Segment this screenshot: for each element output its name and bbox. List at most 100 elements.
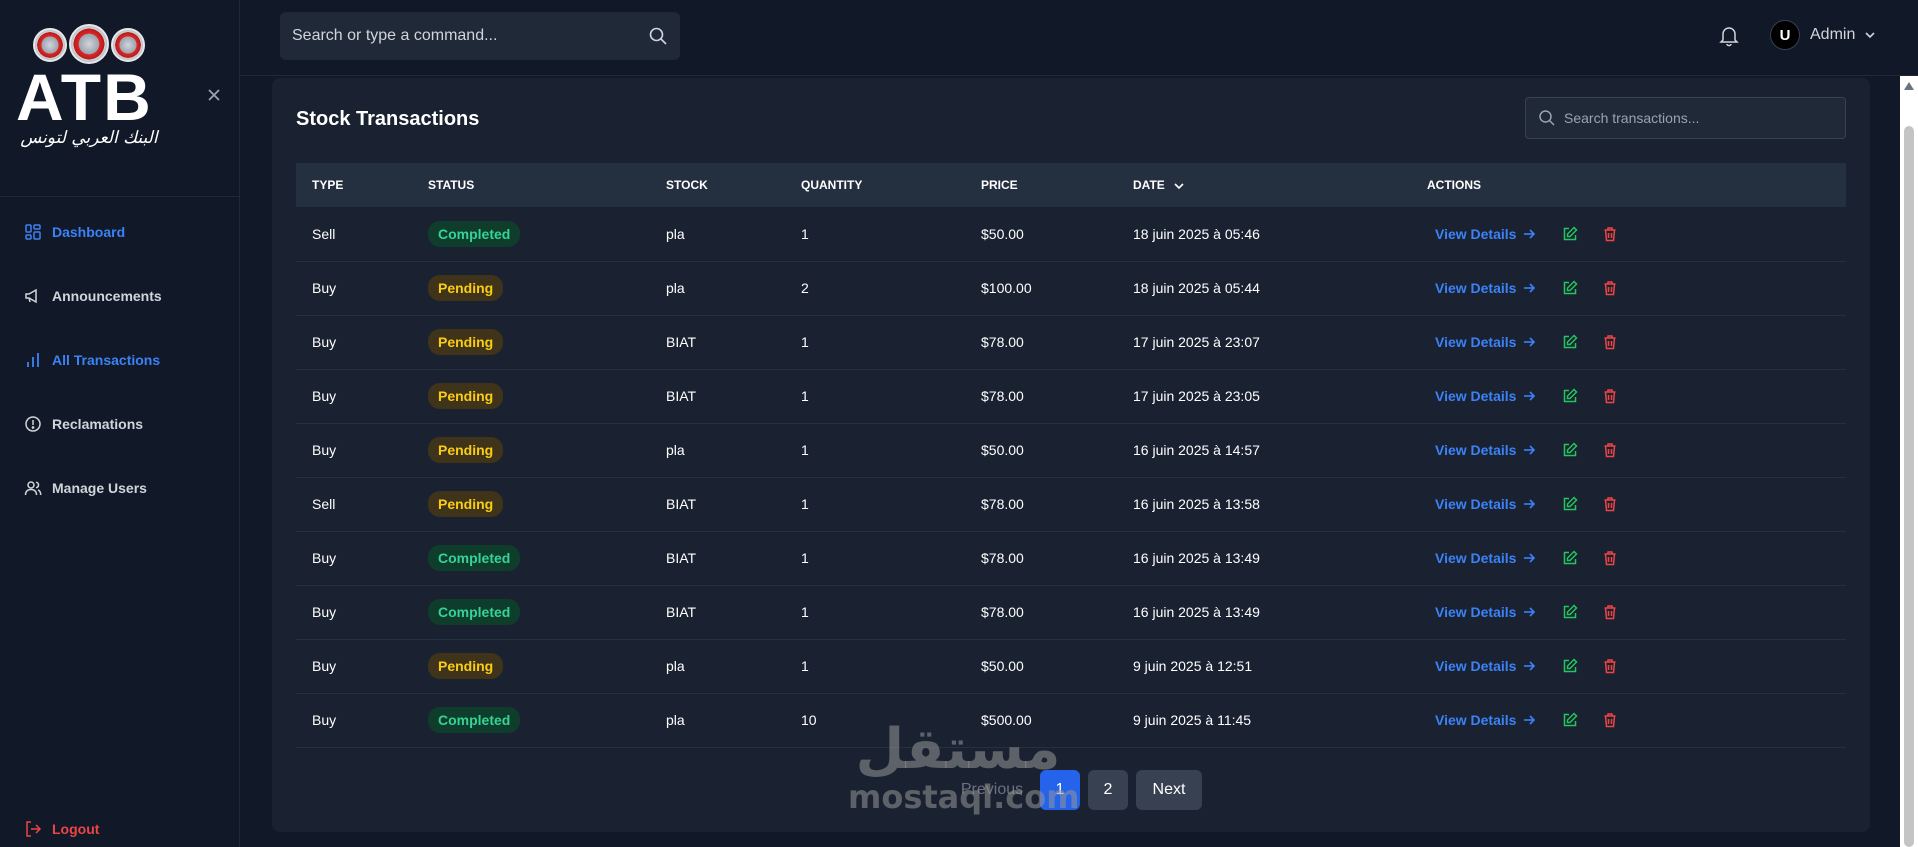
sidebar-item-manage-users[interactable]: Manage Users bbox=[0, 456, 240, 520]
search-icon[interactable] bbox=[648, 26, 668, 46]
trash-icon[interactable] bbox=[1602, 658, 1618, 674]
sidebar-item-label: Dashboard bbox=[52, 224, 126, 240]
cell-date: 18 juin 2025 à 05:46 bbox=[1133, 225, 1260, 242]
sidebar-item-reclamations[interactable]: Reclamations bbox=[0, 392, 240, 456]
edit-icon[interactable] bbox=[1562, 280, 1579, 296]
edit-icon[interactable] bbox=[1562, 496, 1579, 512]
seal-emblem-center bbox=[69, 24, 109, 64]
trash-icon[interactable] bbox=[1602, 280, 1618, 296]
column-header-status[interactable]: Status bbox=[412, 163, 650, 207]
cell-status: Completed bbox=[412, 693, 650, 747]
page-scrollbar[interactable] bbox=[1900, 76, 1918, 847]
cell-stock: pla bbox=[666, 280, 685, 296]
bell-icon[interactable] bbox=[1718, 25, 1740, 47]
edit-icon[interactable] bbox=[1562, 334, 1579, 350]
sidebar-item-dashboard[interactable]: Dashboard bbox=[0, 200, 240, 264]
table-row: Buy Completed BIAT 1 $78.00 16 juin 2025 à 13… bbox=[296, 531, 1846, 585]
view-details-link[interactable]: View Details bbox=[1435, 604, 1536, 620]
pagination-page-2[interactable]: 2 bbox=[1088, 770, 1128, 810]
trash-icon[interactable] bbox=[1602, 388, 1618, 404]
sidebar-nav: Dashboard Announcements All Transactions… bbox=[0, 200, 240, 520]
trash-icon[interactable] bbox=[1602, 442, 1618, 458]
cell-stock: pla bbox=[666, 712, 685, 728]
atb-logo: ATB البنك العربي لتونس bbox=[16, 24, 166, 163]
arrow-right-icon bbox=[1524, 553, 1536, 563]
view-details-link[interactable]: View Details bbox=[1435, 334, 1536, 350]
row-actions: View Details bbox=[1427, 712, 1846, 728]
arrow-right-icon bbox=[1524, 607, 1536, 617]
cell-date: 16 juin 2025 à 13:49 bbox=[1133, 550, 1260, 566]
arrow-right-icon bbox=[1524, 499, 1536, 509]
row-actions: View Details bbox=[1427, 226, 1846, 242]
arrow-right-icon bbox=[1524, 715, 1536, 725]
view-details-link[interactable]: View Details bbox=[1435, 442, 1536, 458]
arrow-right-icon bbox=[1524, 229, 1536, 239]
pagination-page-1[interactable]: 1 bbox=[1040, 770, 1080, 810]
cell-actions: View Details bbox=[1411, 207, 1846, 261]
column-header-quantity[interactable]: Quantity bbox=[785, 163, 965, 207]
edit-icon[interactable] bbox=[1562, 658, 1579, 674]
trash-icon[interactable] bbox=[1602, 550, 1618, 566]
trash-icon[interactable] bbox=[1602, 604, 1618, 620]
logo-arabic-text: البنك العربي لتونس bbox=[20, 128, 158, 148]
pagination-next-button[interactable]: Next bbox=[1136, 770, 1202, 810]
sidebar-item-announcements[interactable]: Announcements bbox=[0, 264, 240, 328]
scroll-thumb[interactable] bbox=[1904, 126, 1914, 847]
cell-actions: View Details bbox=[1411, 477, 1846, 531]
column-header-stock[interactable]: Stock bbox=[650, 163, 785, 207]
table-row: Buy Pending BIAT 1 $78.00 17 juin 2025 à 23:0… bbox=[296, 369, 1846, 423]
cell-date: 18 juin 2025 à 05:44 bbox=[1133, 280, 1260, 296]
cell-actions: View Details bbox=[1411, 315, 1846, 369]
close-sidebar-button[interactable] bbox=[204, 86, 224, 106]
edit-icon[interactable] bbox=[1562, 226, 1579, 242]
view-details-link[interactable]: View Details bbox=[1435, 280, 1536, 296]
view-details-link[interactable]: View Details bbox=[1435, 496, 1536, 512]
column-header-date[interactable]: Date bbox=[1117, 163, 1411, 207]
trash-icon[interactable] bbox=[1602, 712, 1618, 728]
pagination-previous-button[interactable]: Previous bbox=[952, 770, 1032, 810]
transactions-search bbox=[1525, 97, 1846, 139]
command-search-input[interactable] bbox=[292, 27, 648, 45]
cell-status: Completed bbox=[412, 585, 650, 639]
cell-price: $50.00 bbox=[981, 442, 1024, 458]
transactions-search-input[interactable] bbox=[1564, 110, 1833, 126]
edit-icon[interactable] bbox=[1562, 550, 1579, 566]
cell-date: 16 juin 2025 à 13:49 bbox=[1133, 604, 1260, 620]
edit-icon[interactable] bbox=[1562, 712, 1579, 728]
view-details-link[interactable]: View Details bbox=[1435, 658, 1536, 674]
cell-price: $78.00 bbox=[981, 604, 1024, 620]
sidebar: ATB البنك العربي لتونس Dashboard Announc… bbox=[0, 0, 240, 847]
row-actions: View Details bbox=[1427, 496, 1846, 512]
bar-chart-icon bbox=[27, 353, 39, 367]
cell-status: Pending bbox=[412, 423, 650, 477]
cell-quantity: 1 bbox=[801, 658, 809, 674]
cell-quantity: 1 bbox=[801, 225, 809, 242]
column-header-price[interactable]: Price bbox=[965, 163, 1117, 207]
cell-date: 16 juin 2025 à 13:58 bbox=[1133, 496, 1260, 512]
edit-icon[interactable] bbox=[1562, 388, 1579, 404]
logo-text: ATB bbox=[16, 60, 153, 134]
edit-icon[interactable] bbox=[1562, 442, 1579, 458]
trash-icon[interactable] bbox=[1602, 496, 1618, 512]
status-badge: Completed bbox=[428, 220, 521, 247]
cell-quantity: 10 bbox=[801, 712, 817, 728]
cell-status: Completed bbox=[412, 207, 650, 261]
sidebar-divider bbox=[0, 196, 240, 197]
view-details-link[interactable]: View Details bbox=[1435, 712, 1536, 728]
view-details-link[interactable]: View Details bbox=[1435, 226, 1536, 242]
arrow-right-icon bbox=[1524, 661, 1536, 671]
cell-type: Buy bbox=[312, 658, 337, 674]
logout-button[interactable]: Logout bbox=[24, 820, 99, 838]
edit-icon[interactable] bbox=[1562, 604, 1579, 620]
trash-icon[interactable] bbox=[1602, 334, 1618, 350]
trash-icon[interactable] bbox=[1602, 226, 1618, 242]
scroll-up-arrow-icon[interactable] bbox=[1904, 82, 1914, 90]
user-menu[interactable]: U Admin bbox=[1770, 20, 1877, 50]
cell-quantity: 1 bbox=[801, 604, 809, 620]
view-details-link[interactable]: View Details bbox=[1435, 388, 1536, 404]
arrow-right-icon bbox=[1524, 283, 1536, 293]
sidebar-item-all-transactions[interactable]: All Transactions bbox=[0, 328, 240, 392]
table-row: Sell Pending BIAT 1 $78.00 16 juin 2025 à 13:… bbox=[296, 477, 1846, 531]
view-details-link[interactable]: View Details bbox=[1435, 550, 1536, 566]
column-header-type[interactable]: Type bbox=[296, 163, 412, 207]
